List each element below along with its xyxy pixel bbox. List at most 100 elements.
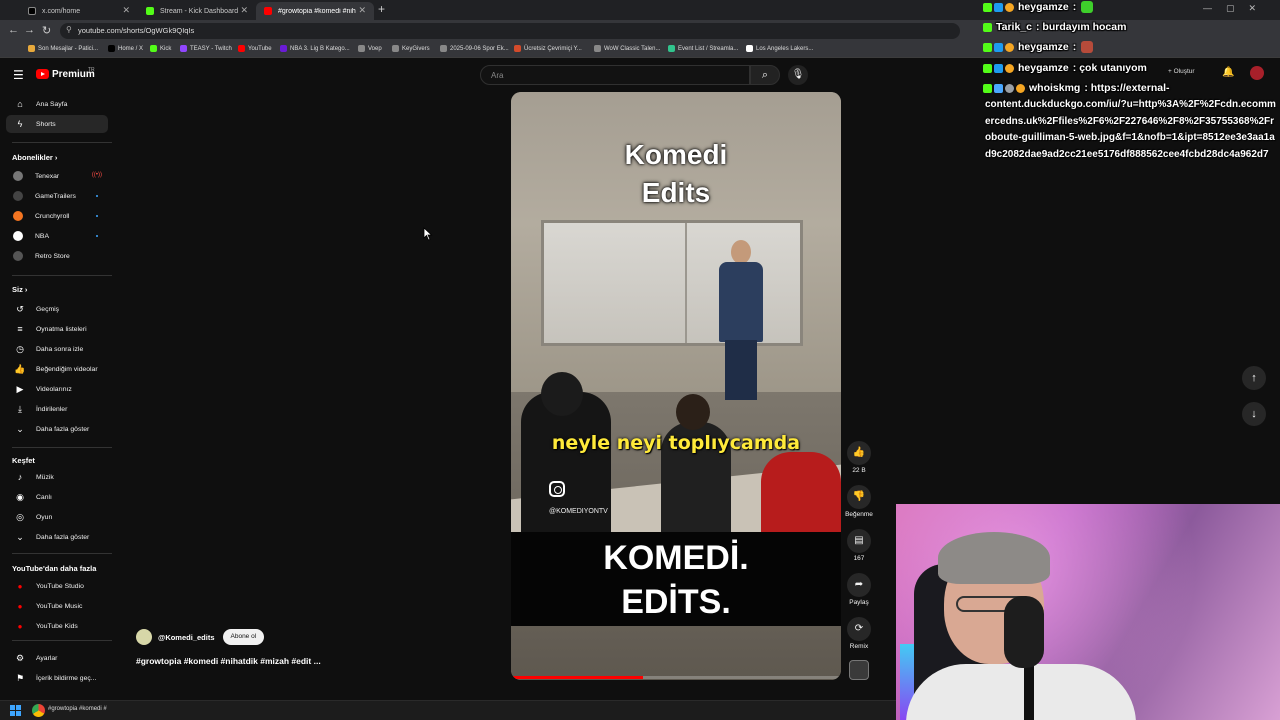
gift-badge-icon (1005, 2, 1014, 12)
bookmark-label: Voep (368, 45, 382, 52)
previous-short-button[interactable]: ↑ (1242, 366, 1266, 390)
bookmark-label: Los Angeles Lakers... (756, 45, 814, 52)
bookmark-item[interactable]: Ücretsiz Çevrimiçi Y... (514, 45, 582, 52)
sidebar-item-label: Daha fazla göster (36, 533, 90, 541)
sidebar-item[interactable]: ↺ Geçmiş (6, 300, 108, 318)
bookmark-item[interactable]: Kick (150, 45, 171, 52)
bookmark-item[interactable]: 2025-09-06 Spor Ek... (440, 45, 509, 52)
menu-hamburger-icon[interactable]: ☰ (13, 68, 24, 82)
bookmark-item[interactable]: TEASY - Twitch (180, 45, 232, 52)
browser-tab-x[interactable]: x.com/home ✕ (20, 2, 138, 20)
window-controls[interactable]: —▢✕ (1203, 3, 1270, 14)
sidebar-item[interactable]: GameTrailers (6, 187, 108, 205)
close-tab-icon[interactable]: ✕ (358, 5, 366, 16)
bookmark-favicon-icon (358, 45, 365, 52)
search-input[interactable]: Ara (480, 65, 750, 85)
bookmark-item[interactable]: Home / X (108, 45, 143, 52)
chat-username: heygamze (1018, 62, 1069, 74)
sidebar-item[interactable]: ⌂ Ana Sayfa (6, 95, 108, 113)
close-tab-icon[interactable]: ✕ (122, 5, 130, 16)
sidebar-item[interactable]: NBA (6, 227, 108, 245)
sidebar-item[interactable]: ⚙ Ayarlar (6, 649, 108, 667)
sidebar-item-label: NBA (35, 232, 49, 240)
thumbs-up-icon: 👍 (14, 363, 26, 374)
taskbar-window-title[interactable]: #growtopia #komedi # (48, 706, 107, 712)
bookmark-item[interactable]: Los Angeles Lakers... (746, 45, 813, 52)
browser-tab-kick[interactable]: Stream - Kick Dashboard ✕ (138, 2, 256, 20)
thumbs-down-icon: 👎 (847, 485, 871, 509)
sidebar-item[interactable]: ≡ Oynatma listeleri (6, 320, 108, 338)
channel-avatar (13, 191, 23, 201)
sidebar-item[interactable]: ⌄ Daha fazla göster (6, 528, 108, 546)
sidebar-item[interactable]: ⌄ Daha fazla göster (6, 420, 108, 438)
next-short-button[interactable]: ↓ (1242, 402, 1266, 426)
sidebar-section-heading[interactable]: Siz › (12, 285, 27, 294)
site-info-icon[interactable]: ⚲ (66, 25, 72, 34)
sidebar-item[interactable]: Retro Store (6, 247, 108, 265)
comments-button[interactable]: ▤ 167 (843, 529, 875, 562)
search-button[interactable]: ⌕ (750, 65, 780, 85)
bookmark-item[interactable]: NBA 3. Lig B Katego... (280, 45, 350, 52)
bookmark-favicon-icon (392, 45, 399, 52)
bookmark-item[interactable]: Son Mesajlar - Patici... (28, 45, 98, 52)
sidebar-section-heading[interactable]: Abonelikler › (12, 153, 57, 162)
sidebar-item[interactable]: 👍 Beğendiğim videolar (6, 360, 108, 378)
notifications-bell-icon[interactable]: 🔔 (1222, 67, 1234, 78)
bookmark-item[interactable]: Voep (358, 45, 382, 52)
sidebar-item-label: Crunchyroll (35, 212, 70, 220)
new-content-dot (96, 215, 98, 217)
bookmark-item[interactable]: WoW Classic Talen... (594, 45, 660, 52)
video-progress-bar[interactable] (511, 676, 841, 679)
account-avatar[interactable] (1250, 66, 1264, 80)
subscribe-button[interactable]: Abone ol (222, 629, 265, 645)
channel-name[interactable]: @Komedi_edits (158, 633, 215, 642)
sidebar-item[interactable]: Tenexar ((•)) (6, 167, 108, 185)
dislike-button[interactable]: 👎 Beğenme (843, 485, 875, 518)
sound-avatar[interactable] (849, 660, 869, 680)
close-tab-icon[interactable]: ✕ (240, 5, 248, 16)
create-button[interactable]: + Oluştur (1168, 68, 1195, 75)
sidebar-item[interactable]: ● YouTube Studio (6, 577, 108, 595)
reload-icon[interactable]: ↻ (42, 24, 51, 37)
chrome-taskbar-icon[interactable] (32, 704, 45, 717)
sidebar-item[interactable]: ◷ Daha sonra izle (6, 340, 108, 358)
url-field[interactable]: ⚲ youtube.com/shorts/OgWGk9QIqIs (60, 23, 960, 39)
search-icon: ⌕ (761, 69, 769, 81)
sidebar-item[interactable]: ♪ Müzik (6, 468, 108, 486)
sidebar-item[interactable]: ϟ Shorts (6, 115, 108, 133)
sidebar-item-label: Ana Sayfa (36, 100, 68, 108)
sidebar-item[interactable]: ⚑ İçerik bildirme geç... (6, 669, 108, 687)
share-button[interactable]: ➦ Paylaş (843, 573, 875, 606)
chat-username: whoiskmg (1029, 82, 1081, 94)
windows-start-icon[interactable] (10, 705, 21, 716)
sidebar-item[interactable]: ● YouTube Kids (6, 617, 108, 635)
channel-avatar[interactable] (136, 629, 152, 645)
remix-button[interactable]: ⟳ Remix (843, 617, 875, 650)
youtube-studio-icon: ● (17, 581, 23, 591)
sidebar-item[interactable]: ◎ Oyun (6, 508, 108, 526)
forward-arrow-icon[interactable]: → (24, 24, 35, 36)
verified-badge-icon (1005, 83, 1014, 93)
bookmark-item[interactable]: Event List / Streamla... (668, 45, 738, 52)
short-video-player[interactable]: Komedi Edits neyle neyi toplıycamda @KOM… (511, 92, 841, 680)
section-heading-label: Siz (12, 285, 23, 294)
sidebar-item[interactable]: ⤓ İndirilenler (6, 400, 108, 418)
bookmark-item[interactable]: KeyGivers (392, 45, 430, 52)
new-tab-plus-icon[interactable]: + (378, 2, 385, 16)
voice-search-button[interactable]: 🎙 (788, 65, 808, 85)
video-caption[interactable]: #growtopia #komedi #nihatdik #mizah #edi… (136, 656, 321, 666)
chat-link-text: content.duckduckgo.com/iu/?u=http%3A%2F%… (985, 99, 1276, 160)
bookmark-favicon-icon (150, 45, 157, 52)
browser-tab-youtube[interactable]: #growtopia #komedi #nihat ✕ (256, 2, 374, 20)
back-arrow-icon[interactable]: ← (8, 24, 19, 36)
bookmark-label: 2025-09-06 Spor Ek... (450, 45, 509, 52)
youtube-logo-icon[interactable] (36, 69, 49, 79)
bookmark-item[interactable]: YouTube (238, 45, 272, 52)
sidebar-item[interactable]: ▶ Videolarınız (6, 380, 108, 398)
like-button[interactable]: 👍 22 B (843, 441, 875, 474)
sidebar-item[interactable]: ◉ Canlı (6, 488, 108, 506)
sidebar-item[interactable]: ● YouTube Music (6, 597, 108, 615)
sidebar-item[interactable]: Crunchyroll (6, 207, 108, 225)
chevron-down-icon: ⌄ (16, 531, 24, 542)
arrow-up-icon: ↑ (1251, 372, 1257, 384)
